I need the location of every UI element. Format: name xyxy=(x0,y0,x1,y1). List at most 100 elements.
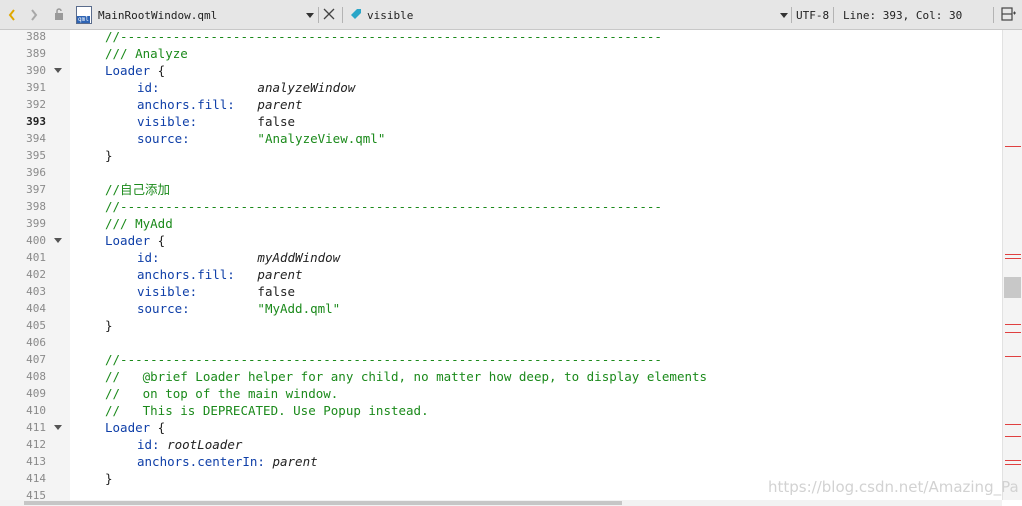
encoding-button[interactable]: UTF-8 xyxy=(796,0,829,30)
code-token: false xyxy=(197,284,296,299)
code-token: rootLoader xyxy=(167,437,243,452)
code-token: false xyxy=(197,114,296,129)
line-number-gutter[interactable]: 388 389 390 391 392 393 394 395 396 397 398 399 400 4… xyxy=(0,30,70,502)
line-number: 390 xyxy=(26,64,46,77)
line-number: 396 xyxy=(26,166,46,179)
chevron-left-icon xyxy=(4,6,20,24)
code-line[interactable]: //--------------------------------------… xyxy=(105,30,662,45)
overview-marker[interactable] xyxy=(1005,254,1021,255)
vertical-scrollbar[interactable] xyxy=(1002,30,1022,500)
code-token: parent xyxy=(257,267,303,282)
code-token: //--------------------------------------… xyxy=(105,352,662,367)
code-token: } xyxy=(105,148,113,163)
fold-toggle-icon[interactable] xyxy=(54,68,62,73)
code-line[interactable]: anchors.fill: parent xyxy=(137,266,303,283)
code-line[interactable]: /// MyAdd xyxy=(105,215,173,232)
code-line[interactable]: visible: false xyxy=(137,283,295,300)
code-token: anchors.fill: xyxy=(137,267,235,282)
code-token: // @brief Loader helper for any child, n… xyxy=(105,369,708,384)
overview-marker[interactable] xyxy=(1005,436,1021,437)
code-token: myAddWindow xyxy=(257,250,341,265)
code-token: anchors.centerIn: xyxy=(137,454,265,469)
split-button[interactable] xyxy=(1001,0,1017,30)
code-token: id: xyxy=(137,437,160,452)
code-token: anchors.fill: xyxy=(137,97,235,112)
lock-button[interactable] xyxy=(52,0,66,30)
code-token: // on top of the main window. xyxy=(105,386,339,401)
fold-toggle-icon[interactable] xyxy=(54,425,62,430)
code-line[interactable]: id: rootLoader xyxy=(137,436,242,453)
cursor-position-label: Line: 393, Col: 30 xyxy=(843,8,963,22)
code-line[interactable]: Loader { xyxy=(105,232,165,249)
code-line[interactable]: anchors.centerIn: parent xyxy=(137,453,318,470)
code-token: "AnalyzeView.qml" xyxy=(257,131,386,146)
horizontal-scrollbar-thumb[interactable] xyxy=(24,501,622,505)
line-number: 408 xyxy=(26,370,46,383)
overview-marker[interactable] xyxy=(1005,146,1021,147)
code-token: id: xyxy=(137,80,160,95)
fold-toggle-icon[interactable] xyxy=(54,238,62,243)
symbol-dropdown[interactable] xyxy=(780,0,788,30)
code-token: source: xyxy=(137,131,190,146)
forward-button[interactable] xyxy=(26,0,42,30)
line-number: 401 xyxy=(26,251,46,264)
overview-marker[interactable] xyxy=(1005,258,1021,259)
code-token: /// Analyze xyxy=(105,46,188,61)
code-line[interactable]: id: myAddWindow xyxy=(137,249,340,266)
horizontal-scrollbar[interactable] xyxy=(0,500,1002,506)
code-line[interactable]: source: "MyAdd.qml" xyxy=(137,300,340,317)
code-token: analyzeWindow xyxy=(257,80,356,95)
code-token: //--------------------------------------… xyxy=(105,199,662,214)
code-token: parent xyxy=(257,97,303,112)
close-icon xyxy=(323,8,335,23)
code-line[interactable]: id: analyzeWindow xyxy=(137,79,355,96)
code-token: { xyxy=(150,420,166,435)
code-token: } xyxy=(105,318,113,333)
line-number: 410 xyxy=(26,404,46,417)
code-line[interactable]: } xyxy=(105,147,113,164)
code-line[interactable]: // @brief Loader helper for any child, n… xyxy=(105,368,707,385)
code-line[interactable]: // on top of the main window. xyxy=(105,385,338,402)
code-line[interactable]: Loader { xyxy=(105,419,165,436)
overview-marker[interactable] xyxy=(1005,332,1021,333)
scrollbar-thumb[interactable] xyxy=(1004,277,1021,298)
toolbar-separator xyxy=(791,7,792,23)
code-line[interactable]: //自己添加 xyxy=(105,181,170,198)
overview-marker[interactable] xyxy=(1005,356,1021,357)
code-line[interactable]: /// Analyze xyxy=(105,45,188,62)
overview-marker[interactable] xyxy=(1005,460,1021,461)
code-line[interactable]: // This is DEPRECATED. Use Popup instead… xyxy=(105,402,429,419)
line-number: 389 xyxy=(26,47,46,60)
code-line[interactable]: Loader { xyxy=(105,62,165,79)
code-line[interactable]: } xyxy=(105,317,113,334)
file-selector[interactable]: qml MainRootWindow.qml xyxy=(76,0,316,30)
overview-marker[interactable] xyxy=(1005,324,1021,325)
code-line[interactable]: source: "AnalyzeView.qml" xyxy=(137,130,385,147)
line-number: 404 xyxy=(26,302,46,315)
overview-marker[interactable] xyxy=(1005,464,1021,465)
code-area[interactable]: //--------------------------------------… xyxy=(70,30,1002,500)
code-line[interactable]: //--------------------------------------… xyxy=(105,351,662,368)
code-token: // This is DEPRECATED. Use Popup instead… xyxy=(105,403,429,418)
symbol-selector[interactable]: visible xyxy=(350,0,780,30)
code-token: /// MyAdd xyxy=(105,216,173,231)
code-line[interactable]: //--------------------------------------… xyxy=(105,198,662,215)
dropdown-icon xyxy=(306,12,314,18)
code-token: } xyxy=(105,471,113,486)
close-file-button[interactable] xyxy=(323,0,335,30)
cursor-position: Line: 393, Col: 30 xyxy=(843,0,962,30)
code-line[interactable]: } xyxy=(105,470,113,487)
line-number: 402 xyxy=(26,268,46,281)
line-number: 414 xyxy=(26,472,46,485)
code-line[interactable]: anchors.fill: parent xyxy=(137,96,303,113)
file-dropdown[interactable] xyxy=(306,0,314,30)
lock-icon xyxy=(52,7,66,24)
line-number: 409 xyxy=(26,387,46,400)
code-line[interactable]: visible: false xyxy=(137,113,295,130)
overview-marker[interactable] xyxy=(1005,424,1021,425)
back-button[interactable] xyxy=(4,0,20,30)
